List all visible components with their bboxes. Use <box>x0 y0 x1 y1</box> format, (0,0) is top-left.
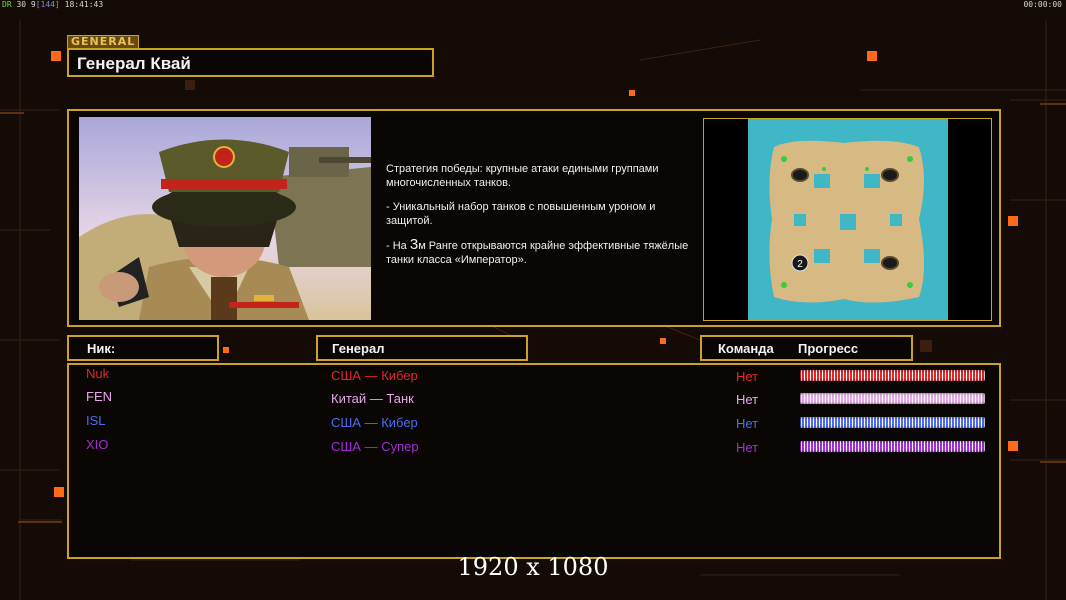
player-general: США — Кибер <box>331 368 418 383</box>
general-title: Генерал Квай <box>77 54 191 73</box>
player-row: XIO США — Супер Нет <box>0 437 1066 457</box>
hud-stats-bracket: [144] <box>35 0 60 9</box>
player-row: ISL США — Кибер Нет <box>0 413 1066 433</box>
player-nick: Nuk <box>86 366 110 381</box>
column-team-progress-header: Команда Прогресс <box>700 335 913 361</box>
column-nick-label: Ник: <box>87 341 116 356</box>
debug-hud: DR 30 9[144] 18:41:43 <box>2 0 103 9</box>
strategy-line-3-pre: - На <box>386 240 407 252</box>
strategy-line-3: - На 3м Ранге открываются крайне эффекти… <box>386 236 696 267</box>
player-general: Китай — Танк <box>331 391 414 406</box>
player-row: FEN Китай — Танк Нет <box>0 389 1066 409</box>
general-title-box: Генерал Квай <box>67 48 434 77</box>
strategy-line-1: Стратегия победы: крупные атаки едиными … <box>386 163 659 189</box>
player-progress-bar <box>800 370 985 381</box>
column-progress-label: Прогресс <box>798 341 859 356</box>
column-team-label: Команда <box>718 341 774 356</box>
player-row: Nuk США — Кибер Нет <box>0 366 1066 386</box>
game-timer: 00:00:00 <box>1023 0 1062 9</box>
player-team: Нет <box>736 369 759 384</box>
general-portrait <box>79 117 371 320</box>
column-nick-header: Ник: <box>67 335 219 361</box>
strategy-line-3-post: м Ранге открываются крайне эффективные т… <box>386 240 689 266</box>
column-general-header: Генерал <box>316 335 528 361</box>
player-team: Нет <box>736 416 759 431</box>
player-team: Нет <box>736 392 759 407</box>
player-progress-bar <box>800 393 985 404</box>
column-general-label: Генерал <box>332 341 385 356</box>
player-nick: FEN <box>86 389 112 404</box>
player-nick: XIO <box>86 437 109 452</box>
player-team: Нет <box>736 440 759 455</box>
player-nick: ISL <box>86 413 106 428</box>
player-progress-bar <box>800 417 985 428</box>
map-preview: 2 <box>703 118 992 321</box>
strategy-rank-number: 3 <box>409 236 419 253</box>
strategy-line-2: - Уникальный набор танков с повышенным у… <box>386 201 656 227</box>
hud-clock: 18:41:43 <box>64 0 104 9</box>
player-general: США — Кибер <box>331 415 418 430</box>
strategy-description: Стратегия победы: крупные атаки едиными … <box>386 162 696 277</box>
hud-stats: 30 9 <box>16 0 36 9</box>
general-tag: GENERAL <box>67 35 140 49</box>
player-general: США — Супер <box>331 439 419 454</box>
resolution-label: 1920 x 1080 <box>457 553 609 581</box>
player-progress-bar <box>800 441 985 452</box>
fps-label: DR <box>2 0 12 9</box>
map-player-marker: 2 <box>797 259 803 270</box>
